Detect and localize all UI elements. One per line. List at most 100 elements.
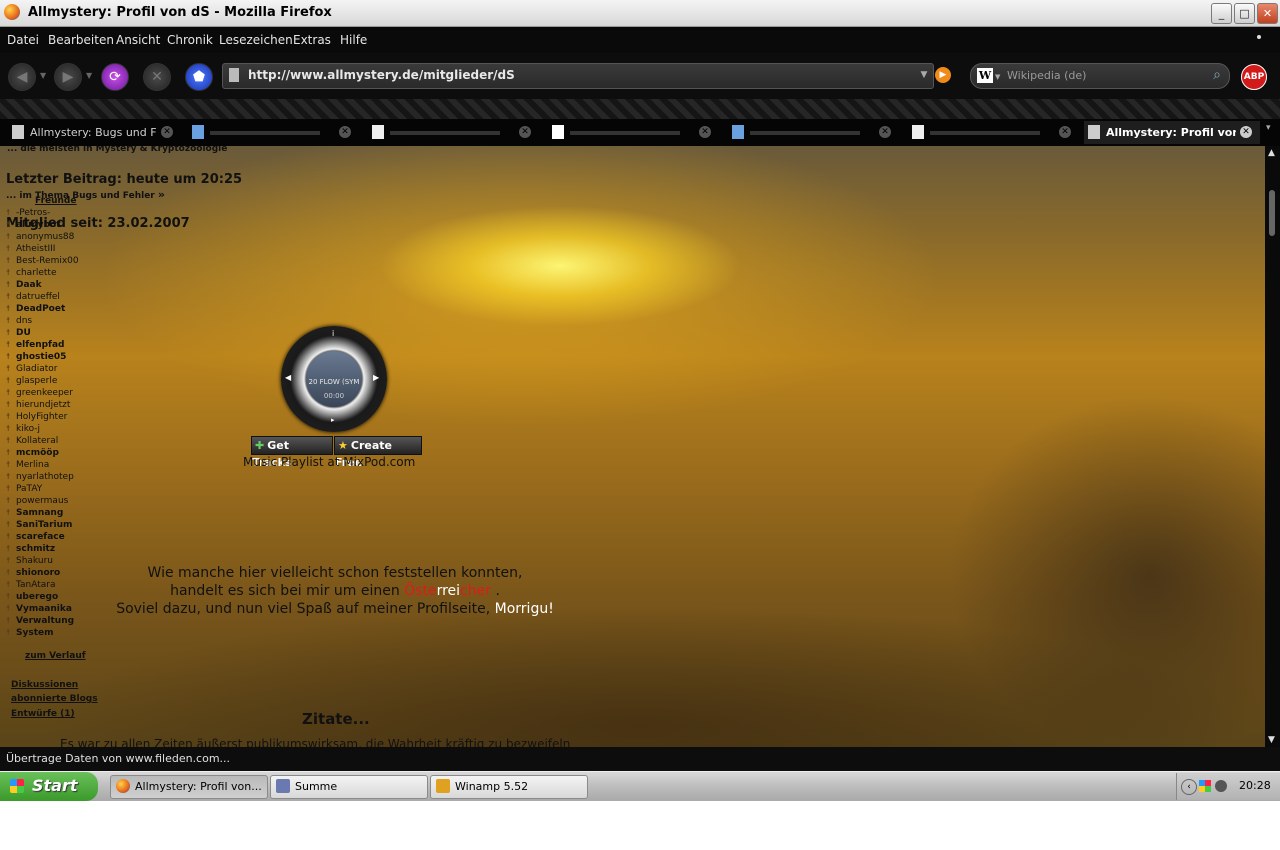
back-dropdown-icon[interactable]: ▼	[40, 71, 46, 80]
page-scrollbar[interactable]: ▲ ▼	[1265, 146, 1280, 747]
friend-item[interactable]: ☨ DeadPoet	[6, 304, 65, 314]
tab-close-icon[interactable]: ✕	[699, 126, 711, 138]
friend-name[interactable]: anonymus88	[16, 232, 74, 242]
search-icon[interactable]: ⌕	[1213, 67, 1221, 83]
friend-item[interactable]: ☨ Best-Remix00	[6, 256, 79, 266]
friend-item[interactable]: ☨ dns	[6, 316, 32, 326]
friend-name[interactable]: kiko-j	[16, 424, 40, 434]
friend-item[interactable]: ☨ greenkeeper	[6, 388, 73, 398]
menu-ansicht[interactable]: Ansicht	[116, 33, 160, 47]
friend-name[interactable]: charlette	[16, 268, 57, 278]
friend-name[interactable]: Vymaanika	[16, 604, 72, 614]
mixpod-caption[interactable]: Music Playlist at MixPod.com	[243, 455, 415, 469]
taskbar-winamp[interactable]: Winamp 5.52	[430, 775, 588, 799]
friend-name[interactable]: scareface	[16, 532, 65, 542]
friend-item[interactable]: ☨ shionoro	[6, 568, 60, 578]
forward-dropdown-icon[interactable]: ▼	[86, 71, 92, 80]
menu-datei[interactable]: Datei	[7, 33, 39, 47]
friend-item[interactable]: ☨ uberego	[6, 592, 58, 602]
friend-name[interactable]: schmitz	[16, 544, 55, 554]
friend-name[interactable]: TanAtara	[16, 580, 56, 590]
friend-name[interactable]: Best-Remix00	[16, 256, 79, 266]
menu-bearbeiten[interactable]: Bearbeiten	[48, 33, 114, 47]
tab-close-icon[interactable]: ✕	[339, 126, 351, 138]
get-tracks-button[interactable]: ✚ Get Tracks	[251, 436, 333, 469]
friend-item[interactable]: ☨ datrueffel	[6, 292, 60, 302]
friend-item[interactable]: ☨ mcmööp	[6, 448, 59, 458]
friend-item[interactable]: ☨ System	[6, 628, 54, 638]
scroll-up-icon[interactable]: ▲	[1268, 148, 1275, 158]
friend-name[interactable]: PaTAY	[16, 484, 42, 494]
menu-chronik[interactable]: Chronik	[167, 33, 213, 47]
url-text[interactable]: http://www.allmystery.de/mitglieder/dS	[248, 68, 515, 82]
music-player[interactable]: 20 FLOW (SYM 00:00 i ◀ ▶ ▸	[281, 326, 387, 432]
forward-arrow-icon[interactable]: ▶	[54, 63, 82, 91]
address-bar[interactable]: http://www.allmystery.de/mitglieder/dS ▼	[222, 63, 934, 89]
discussions-link[interactable]: Diskussionen	[11, 680, 78, 690]
friend-name[interactable]: allmybot	[16, 220, 60, 230]
friend-item[interactable]: ☨ powermaus	[6, 496, 68, 506]
friend-item[interactable]: ☨ Shakuru	[6, 556, 53, 566]
last-post-thread-text[interactable]: ... im Thema Bugs und Fehler	[6, 191, 155, 201]
friend-name[interactable]: glasperle	[16, 376, 57, 386]
friend-name[interactable]: -Petros-	[16, 208, 50, 218]
friend-name[interactable]: Shakuru	[16, 556, 53, 566]
menu-lesezeichen[interactable]: Lesezeichen	[219, 33, 293, 47]
friend-name[interactable]: SaniTarium	[16, 520, 72, 530]
friend-name[interactable]: System	[16, 628, 54, 638]
friend-item[interactable]: ☨ ghostie05	[6, 352, 66, 362]
friend-name[interactable]: mcmööp	[16, 448, 59, 458]
friend-item[interactable]: ☨ Vymaanika	[6, 604, 72, 614]
scroll-down-icon[interactable]: ▼	[1268, 735, 1275, 745]
friend-item[interactable]: ☨ Samnang	[6, 508, 63, 518]
friend-item[interactable]: ☨ schmitz	[6, 544, 55, 554]
friend-name[interactable]: Daak	[16, 280, 42, 290]
tab-close-icon[interactable]: ✕	[161, 126, 173, 138]
friend-name[interactable]: Samnang	[16, 508, 63, 518]
friends-heading[interactable]: Freunde	[35, 196, 76, 206]
tray-app-icon[interactable]	[1199, 780, 1211, 792]
tab-close-icon[interactable]: ✕	[519, 126, 531, 138]
friend-item[interactable]: ☨ Daak	[6, 280, 42, 290]
tab-profil-active[interactable]: Allmystery: Profil von... ✕	[1084, 121, 1260, 144]
friend-name[interactable]: AtheistIII	[16, 244, 55, 254]
subscribed-blogs-link[interactable]: abonnierte Blogs	[11, 694, 98, 704]
friend-name[interactable]: Verwaltung	[16, 616, 74, 626]
friend-name[interactable]: uberego	[16, 592, 58, 602]
stop-icon[interactable]: ✕	[143, 63, 171, 91]
friend-item[interactable]: ☨ SaniTarium	[6, 520, 72, 530]
tab-bugs[interactable]: Allmystery: Bugs und F... ✕	[8, 121, 178, 144]
start-button[interactable]: Start	[0, 772, 98, 801]
friend-item[interactable]: ☨ TanAtara	[6, 580, 56, 590]
tab-5[interactable]: ✕	[728, 121, 898, 144]
friend-item[interactable]: ☨ scareface	[6, 532, 65, 542]
friend-name[interactable]: shionoro	[16, 568, 60, 578]
tab-list-icon[interactable]: ▾	[1266, 123, 1278, 141]
friend-item[interactable]: ☨ DU	[6, 328, 31, 338]
friend-item[interactable]: ☨ Verwaltung	[6, 616, 74, 626]
friend-item[interactable]: ☨ allmybot	[6, 220, 60, 230]
minimize-button[interactable]: _	[1211, 3, 1232, 24]
friend-item[interactable]: ☨ anonymus88	[6, 232, 74, 242]
tab-close-icon[interactable]: ✕	[1240, 126, 1252, 138]
friend-name[interactable]: greenkeeper	[16, 388, 73, 398]
tray-volume-icon[interactable]	[1215, 780, 1227, 792]
drafts-link[interactable]: Entwürfe (1)	[11, 709, 75, 719]
tray-expand-icon[interactable]: ‹	[1181, 779, 1197, 795]
friend-item[interactable]: ☨ Gladiator	[6, 364, 57, 374]
friend-name[interactable]: hierundjetzt	[16, 400, 70, 410]
go-button-icon[interactable]: ▶	[935, 67, 951, 83]
search-bar[interactable]: W ▼ Wikipedia (de) ⌕	[970, 63, 1230, 89]
friend-item[interactable]: ☨ hierundjetzt	[6, 400, 70, 410]
reload-icon[interactable]: ⟳	[101, 63, 129, 91]
friend-name[interactable]: Merlina	[16, 460, 49, 470]
friend-item[interactable]: ☨ kiko-j	[6, 424, 40, 434]
create-free-button[interactable]: ★ Create Free	[334, 436, 422, 469]
friend-item[interactable]: ☨ -Petros-	[6, 208, 50, 218]
friend-name[interactable]: DU	[16, 328, 31, 338]
friend-name[interactable]: Gladiator	[16, 364, 57, 374]
search-input[interactable]: Wikipedia (de)	[1007, 69, 1086, 82]
taskbar-firefox[interactable]: Allmystery: Profil von...	[110, 775, 268, 799]
wikipedia-icon[interactable]: W	[977, 68, 993, 83]
friend-item[interactable]: ☨ nyarlathotep	[6, 472, 74, 482]
